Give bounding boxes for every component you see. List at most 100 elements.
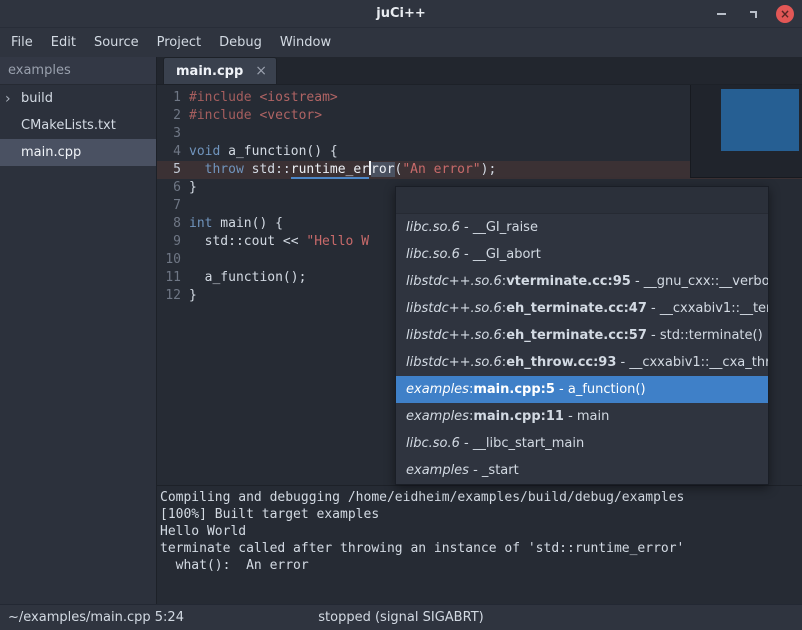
- code-text: int main() {: [189, 215, 283, 233]
- frame-module: libstdc++.so.6: [406, 274, 502, 289]
- code-segment: #include: [189, 90, 259, 105]
- code-text: }: [189, 179, 197, 197]
- backtrace-filter-input[interactable]: [396, 187, 768, 214]
- frame-location: main.cpp:11: [473, 409, 564, 424]
- backtrace-popup: libc.so.6 - __GI_raiselibc.so.6 - __GI_a…: [395, 186, 769, 485]
- frame-module: examples: [406, 382, 469, 397]
- frame-function: - a_function(): [555, 382, 646, 397]
- backtrace-row-9[interactable]: examples - _start: [396, 457, 768, 484]
- editor-overlay-panel: [690, 85, 802, 178]
- frame-location: eh_terminate.cc:57: [506, 328, 647, 343]
- window-controls: ×: [712, 0, 794, 28]
- menu-window[interactable]: Window: [271, 28, 340, 57]
- backtrace-row-8[interactable]: libc.so.6 - __libc_start_main: [396, 430, 768, 457]
- line-number: 11: [157, 269, 189, 287]
- tab-close-icon[interactable]: ×: [255, 63, 267, 79]
- frame-module: libc.so.6: [406, 436, 460, 451]
- output-line-1: [100%] Built target examples: [160, 506, 802, 523]
- code-segment: <iostream>: [259, 90, 337, 105]
- code-text: throw std::runtime_error("An error");: [189, 161, 496, 179]
- code-segment: ror: [371, 162, 394, 177]
- code-text: void a_function() {: [189, 143, 338, 161]
- frame-function: - __cxxabiv1::__tern: [647, 301, 768, 316]
- maximize-icon: [750, 11, 757, 18]
- frame-module: libstdc++.so.6: [406, 328, 502, 343]
- backtrace-row-5[interactable]: libstdc++.so.6:eh_throw.cc:93 - __cxxabi…: [396, 349, 768, 376]
- frame-function: - __gnu_cxx::__verbos: [631, 274, 768, 289]
- frame-function: - main: [564, 409, 609, 424]
- frame-location: eh_terminate.cc:47: [506, 301, 647, 316]
- debug-output-panel: Compiling and debugging /home/eidheim/ex…: [157, 485, 802, 604]
- status-bar: ~/examples/main.cpp 5:24 stopped (signal…: [0, 604, 802, 630]
- frame-location: main.cpp:5: [473, 382, 555, 397]
- chevron-right-icon: ›: [5, 92, 21, 106]
- code-text: a_function();: [189, 269, 306, 287]
- minimize-icon: [717, 13, 726, 15]
- code-segment: throw: [205, 162, 244, 177]
- file-tree-item-label: build: [21, 91, 53, 106]
- frame-location: eh_throw.cc:93: [506, 355, 616, 370]
- frame-module: libstdc++.so.6: [406, 301, 502, 316]
- code-segment: #include: [189, 108, 259, 123]
- code-segment: a_function();: [189, 270, 306, 285]
- file-tree-item-label: main.cpp: [21, 145, 81, 160]
- code-text: #include <vector>: [189, 107, 322, 125]
- overlay-highlight-block: [721, 89, 799, 151]
- file-tree-item-main-cpp[interactable]: main.cpp: [0, 139, 156, 166]
- file-tree: ›buildCMakeLists.txtmain.cpp: [0, 85, 156, 166]
- maximize-button[interactable]: [744, 5, 762, 23]
- menu-source[interactable]: Source: [85, 28, 148, 57]
- code-segment: int: [189, 216, 212, 231]
- backtrace-row-4[interactable]: libstdc++.so.6:eh_terminate.cc:57 - std:…: [396, 322, 768, 349]
- line-number: 6: [157, 179, 189, 197]
- code-segment: );: [481, 162, 497, 177]
- minimize-button[interactable]: [712, 5, 730, 23]
- backtrace-row-3[interactable]: libstdc++.so.6:eh_terminate.cc:47 - __cx…: [396, 295, 768, 322]
- frame-module: examples: [406, 463, 469, 478]
- output-line-0: Compiling and debugging /home/eidheim/ex…: [160, 489, 802, 506]
- backtrace-row-1[interactable]: libc.so.6 - __GI_abort: [396, 241, 768, 268]
- tab-bar: main.cpp ×: [157, 57, 802, 85]
- close-icon: ×: [780, 8, 790, 20]
- frame-module: libstdc++.so.6: [406, 355, 502, 370]
- output-line-3: terminate called after throwing an insta…: [160, 540, 802, 557]
- line-number: 2: [157, 107, 189, 125]
- line-number: 9: [157, 233, 189, 251]
- backtrace-row-7[interactable]: examples:main.cpp:11 - main: [396, 403, 768, 430]
- line-number: 5: [157, 161, 189, 179]
- code-segment: "Hello W: [306, 234, 369, 249]
- file-tree-sidebar: examples ›buildCMakeLists.txtmain.cpp: [0, 57, 157, 604]
- code-segment: runtime_er: [291, 162, 369, 179]
- close-button[interactable]: ×: [776, 5, 794, 23]
- code-segment: }: [189, 288, 197, 303]
- menubar: FileEditSourceProjectDebugWindow: [0, 28, 802, 57]
- line-number: 8: [157, 215, 189, 233]
- file-tree-item-cmakelists-txt[interactable]: CMakeLists.txt: [0, 112, 156, 139]
- line-number: 10: [157, 251, 189, 269]
- file-tree-item-build[interactable]: ›build: [0, 85, 156, 112]
- line-number: 1: [157, 89, 189, 107]
- code-segment: <vector>: [259, 108, 322, 123]
- line-number: 3: [157, 125, 189, 143]
- code-segment: "An error": [402, 162, 480, 177]
- line-number: 7: [157, 197, 189, 215]
- status-file-location: ~/examples/main.cpp 5:24: [0, 610, 184, 625]
- menu-debug[interactable]: Debug: [210, 28, 271, 57]
- frame-module: examples: [406, 409, 469, 424]
- menu-edit[interactable]: Edit: [42, 28, 85, 57]
- backtrace-list: libc.so.6 - __GI_raiselibc.so.6 - __GI_a…: [396, 214, 768, 484]
- tab-main-cpp[interactable]: main.cpp ×: [163, 57, 277, 84]
- code-text: }: [189, 287, 197, 305]
- code-segment: std::: [244, 162, 291, 177]
- backtrace-row-0[interactable]: libc.so.6 - __GI_raise: [396, 214, 768, 241]
- line-number: 12: [157, 287, 189, 305]
- backtrace-row-6[interactable]: examples:main.cpp:5 - a_function(): [396, 376, 768, 403]
- app-window: juCi++ × FileEditSourceProjectDebugWindo…: [0, 0, 802, 630]
- frame-location: vterminate.cc:95: [506, 274, 631, 289]
- backtrace-row-2[interactable]: libstdc++.so.6:vterminate.cc:95 - __gnu_…: [396, 268, 768, 295]
- titlebar[interactable]: juCi++ ×: [0, 0, 802, 28]
- menu-file[interactable]: File: [2, 28, 42, 57]
- output-line-4: what(): An error: [160, 557, 802, 574]
- menu-project[interactable]: Project: [148, 28, 210, 57]
- code-segment: }: [189, 180, 197, 195]
